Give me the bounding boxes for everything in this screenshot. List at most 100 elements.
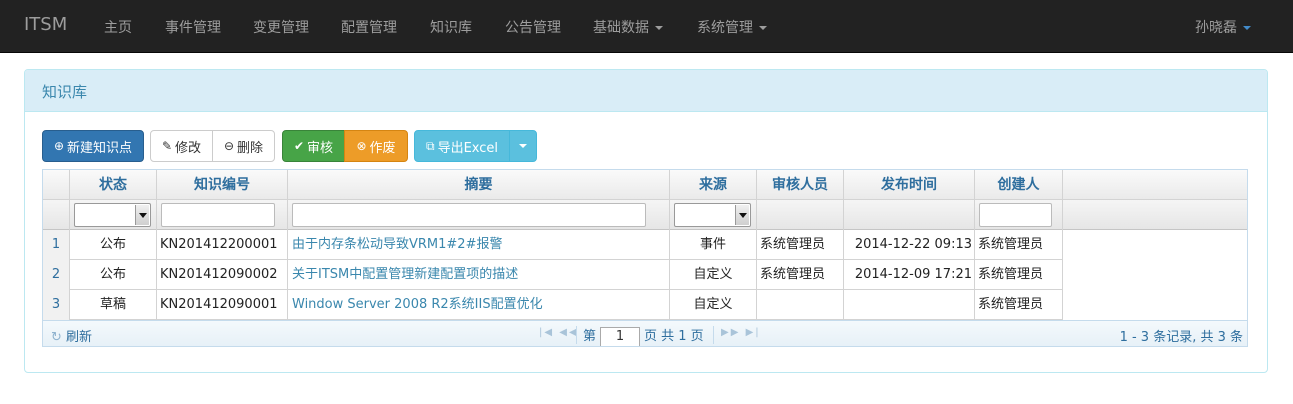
cell-published: 2014-12-09 17:21 [844, 260, 975, 290]
first-page-icon[interactable]: |◀ [539, 327, 554, 338]
refresh-button[interactable]: ↻ 刷新 [51, 326, 92, 345]
cell-status: 公布 [70, 230, 157, 260]
filter-reviewer-cell [757, 200, 844, 230]
last-page-icon[interactable]: ▶| [746, 327, 761, 338]
header-status[interactable]: 状态 [70, 170, 157, 200]
row-number: 3 [43, 290, 70, 320]
header-published[interactable]: 发布时间 [844, 170, 975, 200]
approve-label: 审核 [307, 140, 334, 156]
export-label: 导出Excel [437, 140, 498, 156]
new-knowledge-button[interactable]: ⊕ 新建知识点 [42, 130, 144, 162]
new-knowledge-label: 新建知识点 [67, 140, 133, 156]
header-rownum [43, 170, 70, 200]
cell-creator: 系统管理员 [975, 290, 1063, 320]
next-page-icon[interactable]: ▶▶ [721, 327, 740, 338]
nav-item-knowledge[interactable]: 知识库 [430, 17, 472, 37]
approve-button[interactable]: ✔ 审核 [282, 130, 345, 162]
filter-summary-cell [288, 200, 670, 230]
user-menu[interactable]: 孙晓磊 [1195, 17, 1251, 37]
void-label: 作废 [369, 140, 396, 156]
user-name: 孙晓磊 [1195, 20, 1237, 36]
table-row[interactable]: 3 草稿 KN201412090001 Window Server 2008 R… [43, 290, 1063, 320]
export-excel-button[interactable]: ⧉ 导出Excel [414, 130, 510, 162]
plus-circle-icon: ⊕ [53, 139, 65, 153]
cell-summary-link[interactable]: Window Server 2008 R2系统IIS配置优化 [288, 290, 670, 320]
edit-button[interactable]: ✎ 修改 [150, 130, 213, 162]
brand-logo[interactable]: ITSM [24, 14, 67, 35]
cell-status: 草稿 [70, 290, 157, 320]
cell-code: KN201412090002 [157, 260, 288, 290]
pencil-icon: ✎ [161, 139, 173, 153]
cancel-circle-icon: ⊗ [356, 139, 367, 153]
refresh-label: 刷新 [66, 330, 93, 345]
caret-down-icon [655, 26, 663, 30]
nav-item-incident[interactable]: 事件管理 [165, 17, 221, 37]
cell-source: 事件 [670, 230, 757, 260]
grid-pager: ↻ 刷新 |◀ ◀◀ 第1页 共 1 页 ▶▶ ▶| 1 - 3 条记录, 共 … [43, 320, 1247, 346]
nav-dropdown-label: 系统管理 [697, 20, 753, 36]
cell-reviewer: 系统管理员 [757, 230, 844, 260]
header-reviewer[interactable]: 审核人员 [757, 170, 844, 200]
table-row[interactable]: 2 公布 KN201412090002 关于ITSM中配置管理新建配置项的描述 … [43, 260, 1063, 290]
caret-down-icon [759, 26, 767, 30]
delete-button[interactable]: ⊖ 删除 [212, 130, 275, 162]
minus-circle-icon: ⊖ [223, 139, 235, 153]
summary-filter-input[interactable] [292, 203, 646, 227]
nav-item-announcement[interactable]: 公告管理 [505, 17, 561, 37]
table-row[interactable]: 1 公布 KN201412200001 由于内存条松动导致VRM1#2#报警 事… [43, 230, 1063, 260]
filter-code-cell [157, 200, 288, 230]
nav-dropdown-system[interactable]: 系统管理 [697, 17, 767, 37]
cell-code: KN201412200001 [157, 230, 288, 260]
panel-title: 知识库 [42, 83, 88, 101]
check-icon: ✔ [293, 139, 305, 153]
edit-label: 修改 [175, 140, 202, 156]
page-number-input[interactable]: 1 [600, 326, 641, 346]
export-dropdown-toggle[interactable] [509, 130, 537, 162]
header-code[interactable]: 知识编号 [157, 170, 288, 200]
grid-header: 状态 知识编号 摘要 来源 审核人员 发布时间 创建人 [43, 170, 1247, 200]
header-source[interactable]: 来源 [670, 170, 757, 200]
filter-row [43, 200, 1247, 230]
nav-dropdown-basic-data[interactable]: 基础数据 [593, 17, 663, 37]
dropdown-arrow-icon [735, 205, 749, 225]
cell-creator: 系统管理员 [975, 230, 1063, 260]
nav-item-change[interactable]: 变更管理 [253, 17, 309, 37]
filter-status-cell [70, 200, 157, 230]
pager-divider [713, 326, 714, 344]
cell-reviewer [757, 290, 844, 320]
cell-summary-link[interactable]: 关于ITSM中配置管理新建配置项的描述 [288, 260, 670, 290]
caret-down-icon [519, 144, 527, 148]
filter-source-cell [670, 200, 757, 230]
nav-dropdown-label: 基础数据 [593, 20, 649, 36]
cell-creator: 系统管理员 [975, 260, 1063, 290]
pager-next-controls: ▶▶ ▶| [721, 327, 761, 338]
header-summary[interactable]: 摘要 [288, 170, 670, 200]
record-count: 1 - 3 条记录, 共 3 条 [1119, 330, 1243, 345]
cell-source: 自定义 [670, 260, 757, 290]
code-filter-input[interactable] [161, 203, 275, 227]
cell-published [844, 290, 975, 320]
filter-creator-cell [975, 200, 1063, 230]
cell-status: 公布 [70, 260, 157, 290]
creator-filter-input[interactable] [979, 203, 1052, 227]
page-prefix: 第 [583, 329, 597, 344]
pager-prev-controls: |◀ ◀◀ [539, 327, 579, 338]
void-button[interactable]: ⊗ 作废 [344, 130, 408, 162]
top-navbar: ITSM 主页 事件管理 变更管理 配置管理 知识库 公告管理 基础数据 系统管… [0, 0, 1293, 53]
header-creator[interactable]: 创建人 [975, 170, 1063, 200]
nav-item-config[interactable]: 配置管理 [341, 17, 397, 37]
page-suffix: 页 共 1 页 [644, 329, 704, 344]
source-filter-select[interactable] [674, 203, 751, 227]
status-filter-select[interactable] [74, 203, 151, 227]
cell-code: KN201412090001 [157, 290, 288, 320]
cell-source: 自定义 [670, 290, 757, 320]
nav-item-home[interactable]: 主页 [104, 17, 132, 37]
copy-icon: ⧉ [425, 138, 435, 153]
filter-published-cell [844, 200, 975, 230]
pager-divider [576, 326, 577, 344]
row-number: 1 [43, 230, 70, 260]
row-number: 2 [43, 260, 70, 290]
filter-rownum [43, 200, 70, 230]
cell-summary-link[interactable]: 由于内存条松动导致VRM1#2#报警 [288, 230, 670, 260]
cell-reviewer: 系统管理员 [757, 260, 844, 290]
